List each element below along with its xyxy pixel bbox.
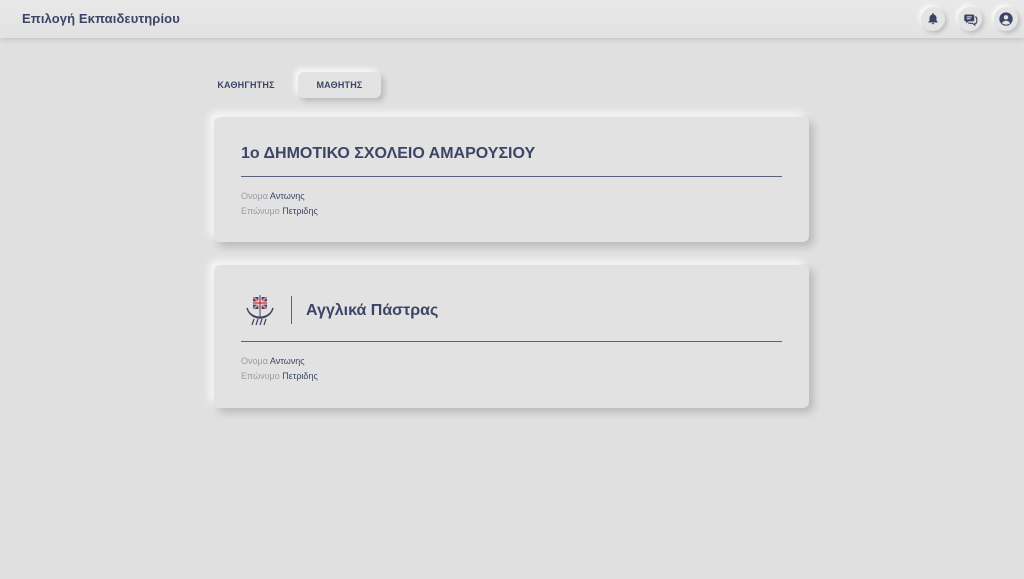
bell-icon <box>926 12 940 26</box>
last-name-label: Επώνυμο <box>241 205 280 216</box>
tab-student[interactable]: ΜΑΘΗΤΗΣ <box>298 72 381 98</box>
ship-logo-icon <box>241 292 279 328</box>
chat-icon <box>963 12 978 27</box>
last-name-value: Πετριδης <box>282 370 318 381</box>
app-title: Επιλογή Εκπαιδευτηρίου <box>22 11 180 26</box>
messages-button[interactable] <box>958 7 982 31</box>
divider <box>241 341 782 342</box>
logo-separator <box>291 296 292 324</box>
first-name-value: Αντωνης <box>269 191 305 201</box>
school-card[interactable]: 1ο ΔΗΜΟΤΙΚΟ ΣΧΟΛΕΙΟ ΑΜΑΡΟΥΣΙΟΥ Ονομα Αντ… <box>214 117 809 242</box>
school-name: Αγγλικά Πάστρας <box>306 302 439 319</box>
top-bar: Επιλογή Εκπαιδευτηρίου <box>0 0 1024 38</box>
first-name-label: Ονομα <box>241 191 268 201</box>
last-name-row: Επώνυμο Πετριδης <box>241 369 318 384</box>
student-info: Ονομα Αντωνης Επώνυμο Πετριδης <box>241 189 318 218</box>
last-name-value: Πετριδης <box>282 205 318 216</box>
profile-button[interactable] <box>994 7 1018 31</box>
first-name-value: Αντωνης <box>269 356 305 366</box>
first-name-row: Ονομα Αντωνης <box>241 354 318 369</box>
divider <box>241 176 782 177</box>
last-name-row: Επώνυμο Πετριδης <box>241 204 318 219</box>
last-name-label: Επώνυμο <box>241 370 280 381</box>
notifications-button[interactable] <box>921 7 945 31</box>
tab-teacher[interactable]: ΚΑΘΗΓΗΤΗΣ <box>210 72 282 98</box>
student-info: Ονομα Αντωνης Επώνυμο Πετριδης <box>241 354 318 383</box>
first-name-row: Ονομα Αντωνης <box>241 189 318 204</box>
user-icon <box>998 11 1014 27</box>
school-card[interactable]: Αγγλικά Πάστρας Ονομα Αντωνης Επώνυμο Πε… <box>214 265 809 408</box>
school-name: 1ο ΔΗΜΟΤΙΚΟ ΣΧΟΛΕΙΟ ΑΜΑΡΟΥΣΙΟΥ <box>241 145 536 162</box>
first-name-label: Ονομα <box>241 356 268 366</box>
